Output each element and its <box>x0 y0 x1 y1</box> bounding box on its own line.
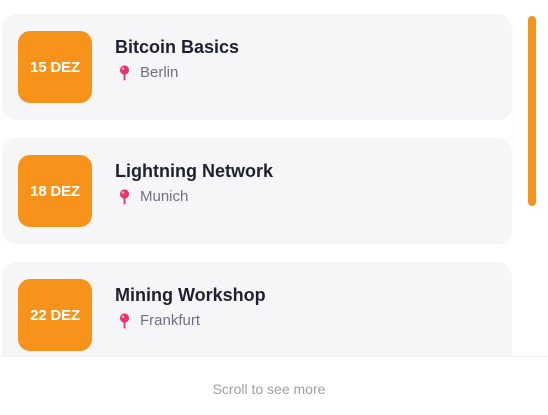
date-badge: 22 DEZ <box>18 279 92 351</box>
event-card[interactable]: 18 DEZ Lightning Network Munich <box>2 138 512 244</box>
event-location: Munich <box>119 188 188 205</box>
date-badge: 15 DEZ <box>18 31 92 103</box>
scrollbar-thumb[interactable] <box>528 16 536 206</box>
date-badge: 18 DEZ <box>18 155 92 227</box>
event-title: Bitcoin Basics <box>115 37 240 57</box>
event-card[interactable]: 15 DEZ Bitcoin Basics Berlin <box>2 14 512 120</box>
event-location: Berlin <box>119 64 178 81</box>
map-pin-icon <box>119 188 130 204</box>
event-location: Frankfurt <box>119 312 200 329</box>
location-label: Berlin <box>140 64 179 81</box>
map-pin-icon <box>119 64 130 80</box>
event-card[interactable]: 22 DEZ Mining Workshop Frankfurt <box>2 262 512 356</box>
location-label: Munich <box>140 188 189 205</box>
map-pin-icon <box>119 312 130 328</box>
location-label: Frankfurt <box>140 312 201 329</box>
event-list: 15 DEZ Bitcoin Basics Berlin 18 DEZ Ligh… <box>0 0 516 356</box>
event-title: Mining Workshop <box>115 285 266 305</box>
event-title: Lightning Network <box>115 161 273 181</box>
scroll-hint: Scroll to see more <box>212 381 326 397</box>
